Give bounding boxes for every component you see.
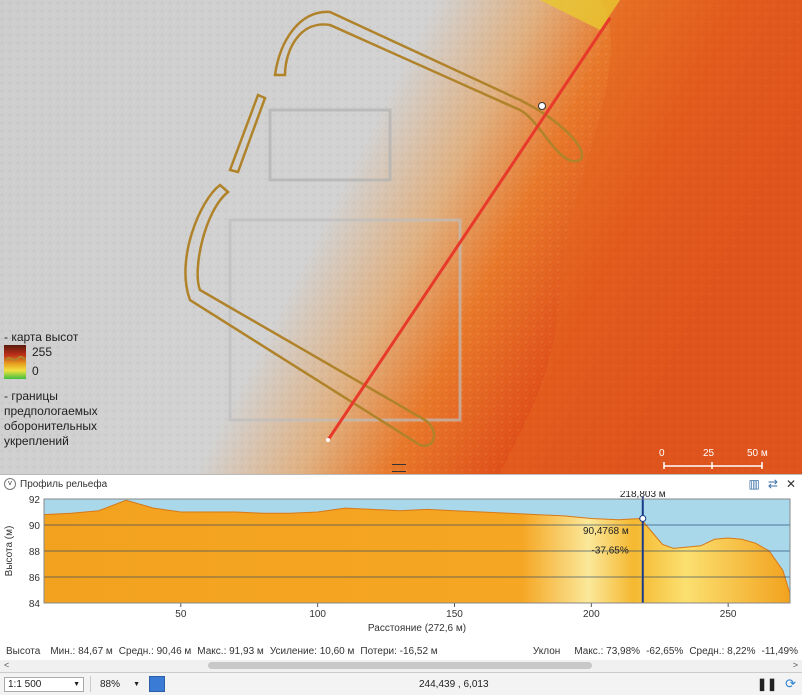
profile-panel-header: ˅ Профиль рельефа	[4, 478, 107, 490]
x-tick-label: 50	[175, 609, 187, 620]
panel-resize-handle[interactable]	[392, 464, 406, 472]
x-tick-label: 250	[720, 609, 737, 620]
y-tick-label: 84	[29, 599, 41, 610]
profile-title: Профиль рельефа	[20, 478, 108, 490]
collapse-chevron-icon[interactable]: ˅	[4, 478, 16, 490]
map-view[interactable]: - карта высот 255 0 - границы предполога…	[0, 0, 802, 474]
profile-start-point	[326, 438, 330, 442]
profile-panel-toolbar: ▥ ⇄ ✕	[749, 477, 796, 491]
refresh-icon[interactable]: ⟳	[785, 676, 796, 692]
x-tick-label: 200	[583, 609, 600, 620]
chevron-down-icon: ▼	[73, 680, 80, 688]
legend-min-value: 0	[32, 364, 39, 378]
boundary-symbol-icon	[5, 355, 26, 361]
zoom-select[interactable]: 88% ▼	[97, 677, 143, 692]
cursor-height-readout: 90,4768 м	[583, 526, 629, 537]
chevron-down-icon: ▼	[133, 680, 140, 688]
profile-chart[interactable]: 84 86 88 90 92 50 100 150 200 250 Расстояние (272,…	[0, 491, 802, 651]
stat-max: Макс.: 91,93 м	[197, 645, 264, 657]
scale-select[interactable]: 1:1 500 ▼	[4, 676, 84, 692]
profile-cursor-point	[538, 102, 546, 110]
legend-boundary-label: - границы предпологаемых оборонительных …	[4, 389, 98, 448]
map-legend: - карта высот 255 0 - границы предполога…	[4, 330, 114, 449]
grid-toggle-icon[interactable]	[149, 676, 165, 692]
scale-tick-0: 0	[659, 448, 665, 459]
stat-slope-label: Уклон	[532, 645, 561, 657]
chart-properties-icon[interactable]: ▥	[749, 477, 760, 491]
y-tick-label: 86	[29, 573, 41, 584]
stat-slope-max: Макс.: 73,98%	[574, 645, 641, 657]
scale-tick-25: 25	[703, 448, 715, 459]
scale-select-value: 1:1 500	[8, 678, 42, 690]
stat-loss: Потери: -16,52 м	[360, 645, 438, 657]
stat-slope-min: -62,65%	[646, 645, 684, 657]
zoom-select-value: 88%	[100, 678, 121, 690]
close-icon[interactable]: ✕	[786, 477, 796, 491]
cursor-coordinates: 244,439 , 6,013	[419, 678, 489, 690]
map-canvas	[0, 0, 802, 474]
profile-stats-bar: Высота Мин.: 84,67 м Средн.: 90,46 м Мак…	[0, 642, 802, 660]
y-tick-label: 88	[29, 547, 41, 558]
legend-max-value: 255	[32, 345, 53, 359]
swap-direction-icon[interactable]: ⇄	[768, 477, 778, 491]
stat-gain: Усиление: 10,60 м	[269, 645, 355, 657]
stat-slope-mean: Средн.: 8,22%	[689, 645, 756, 657]
scrollbar-thumb[interactable]	[208, 662, 592, 669]
stat-slope-min2: -11,49%	[761, 645, 798, 657]
horizontal-scrollbar[interactable]: < >	[0, 660, 802, 672]
y-tick-label: 92	[29, 495, 41, 506]
stat-mean: Средн.: 90,46 м	[118, 645, 192, 657]
pause-drawing-icon[interactable]: ❚❚	[757, 677, 777, 691]
scroll-left-icon[interactable]: <	[4, 660, 9, 670]
profile-cursor-marker	[639, 515, 647, 522]
stat-height-label: Высота	[6, 645, 41, 657]
status-bar: 1:1 500 ▼ 88% ▼ 244,439 , 6,013 ❚❚ ⟳	[0, 672, 802, 695]
scroll-right-icon[interactable]: >	[793, 660, 798, 670]
x-tick-label: 150	[446, 609, 463, 620]
cursor-slope-readout: -37,65%	[592, 546, 629, 557]
y-axis-label: Высота (м)	[4, 526, 15, 577]
profile-panel: ˅ Профиль рельефа ▥ ⇄ ✕ 84 86 88 90 92 50 100 1…	[0, 474, 802, 661]
x-axis-label: Расстояние (272,6 м)	[368, 623, 466, 634]
y-tick-label: 90	[29, 521, 41, 532]
x-tick-label: 100	[309, 609, 326, 620]
legend-elevation-title: - карта высот	[4, 330, 79, 344]
scale-tick-50: 50 м	[747, 448, 768, 459]
stat-min: Мин.: 84,67 м	[50, 645, 113, 657]
